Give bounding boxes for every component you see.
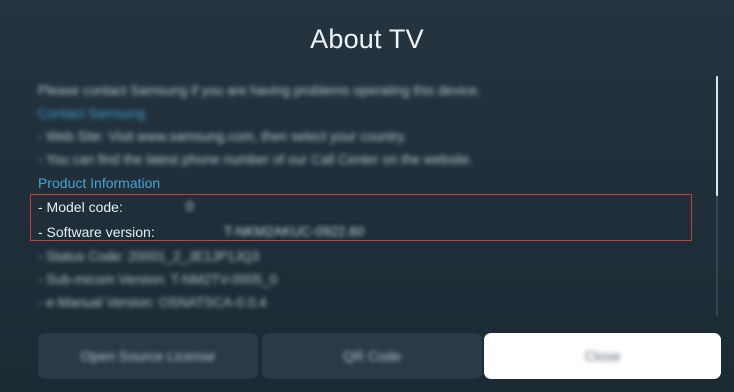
contact-phone-line: - You can find the latest phone number o… (38, 152, 474, 167)
close-button[interactable]: Close (484, 333, 721, 379)
e-manual-version-line: - e-Manual Version: OSNATSCA-0.0.4 (38, 295, 267, 310)
page-title: About TV (310, 24, 424, 54)
scrollbar-thumb[interactable] (716, 76, 718, 196)
about-tv-screen: About TV Please contact Samsung if you a… (0, 0, 734, 392)
sub-micom-version-line: - Sub-micom Version: T-NM2TV-0005_0 (38, 272, 278, 287)
open-source-license-label: Open Source License (80, 348, 216, 364)
highlight-box (30, 194, 692, 241)
intro-text: Please contact Samsung if you are having… (38, 83, 481, 98)
status-code-line: - Status Code: 20001_2_JE1JP1JQ3 (38, 249, 260, 264)
close-label: Close (584, 348, 621, 364)
product-info-heading: Product Information (38, 175, 161, 191)
qr-code-label: QR Code (342, 348, 402, 364)
qr-code-button[interactable]: QR Code (262, 333, 482, 379)
scrollbar[interactable] (716, 76, 718, 316)
open-source-license-button[interactable]: Open Source License (38, 333, 258, 379)
contact-website-line: - Web Site: Visit www.samsung.com, then … (38, 129, 408, 144)
contact-heading: Contact Samsung (38, 106, 146, 121)
